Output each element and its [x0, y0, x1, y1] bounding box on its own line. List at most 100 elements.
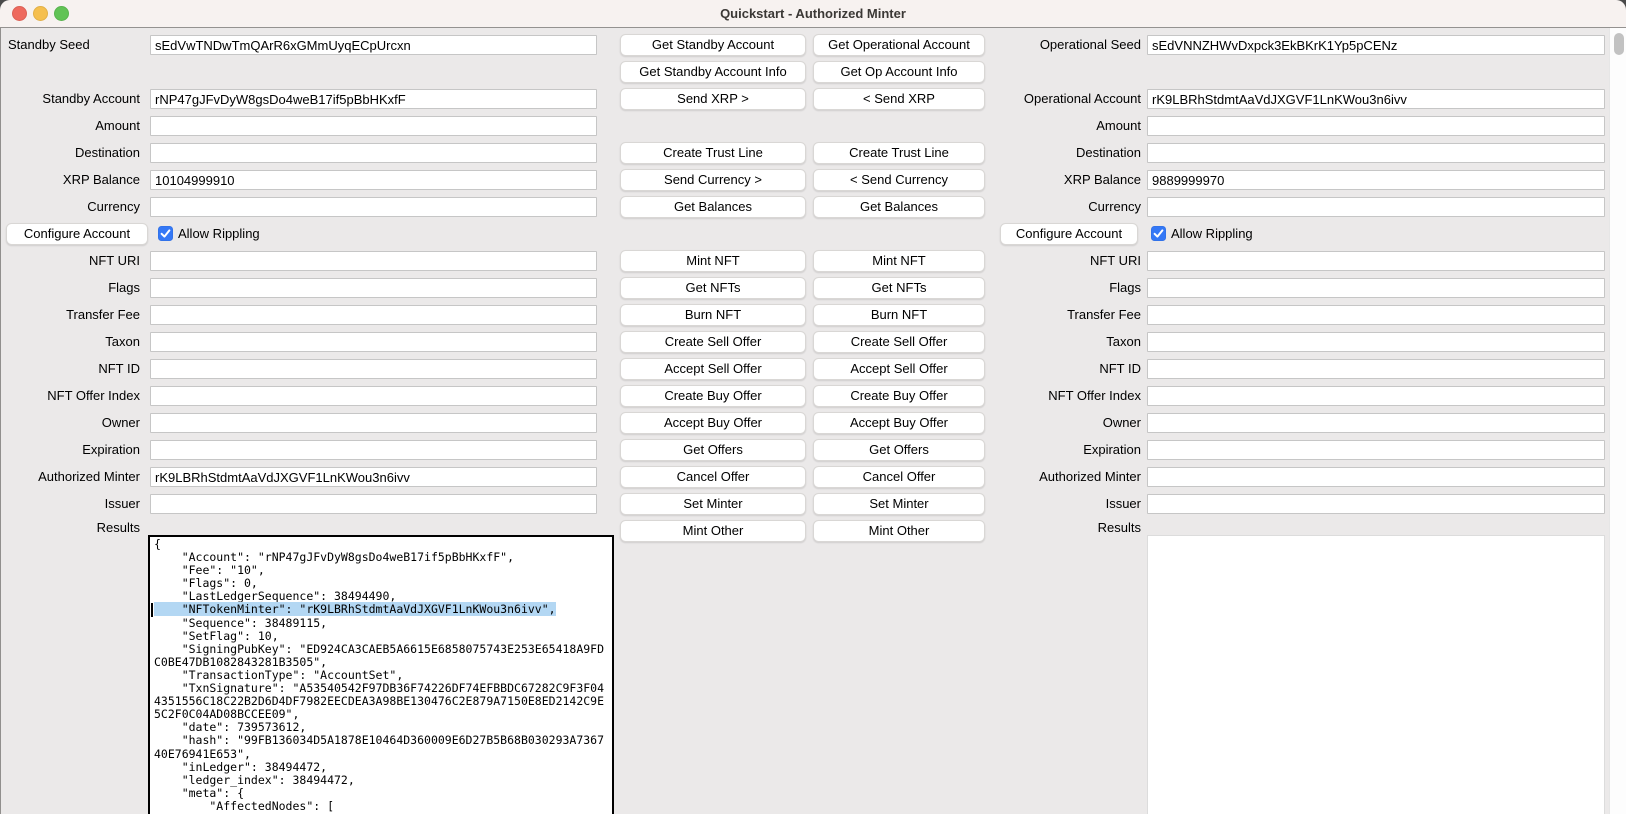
results-line: "inLedger": 38494472, [154, 761, 612, 774]
op-allow-rippling-label: Allow Rippling [1171, 224, 1253, 244]
standby-authorized-minter-input[interactable] [150, 467, 597, 487]
results-line: "ledger_index": 38494472, [154, 774, 612, 787]
taxon-label: Taxon [2, 332, 140, 352]
vertical-scrollbar[interactable] [1609, 28, 1626, 814]
op-get-operational-account-button[interactable]: Get Operational Account [813, 34, 985, 56]
standby-destination-input[interactable] [150, 143, 597, 163]
op-cancel-offer-button[interactable]: Cancel Offer [813, 466, 985, 488]
standby-standby-account-input[interactable] [150, 89, 597, 109]
op-flags-input[interactable] [1147, 278, 1605, 298]
standby-set-minter-button[interactable]: Set Minter [620, 493, 806, 515]
close-button[interactable] [12, 6, 27, 21]
op-get-offers-button[interactable]: Get Offers [813, 439, 985, 461]
op-operational-seed-input[interactable] [1147, 35, 1605, 55]
amount-label: Amount [2, 116, 140, 136]
op-results-text[interactable] [1147, 535, 1605, 814]
op-destination-input[interactable] [1147, 143, 1605, 163]
standby-allow-rippling-checkbox[interactable] [158, 226, 173, 241]
standby-nft-offer-index-input[interactable] [150, 386, 597, 406]
standby-nft-id-input[interactable] [150, 359, 597, 379]
op-amount-input[interactable] [1147, 116, 1605, 136]
standby-accept-buy-offer-button[interactable]: Accept Buy Offer [620, 412, 806, 434]
standby-seed-label: Standby Seed [2, 35, 146, 55]
op-set-minter-button[interactable]: Set Minter [813, 493, 985, 515]
standby-configure-account-button[interactable]: Configure Account [6, 223, 148, 245]
selected-text: "NFTokenMinter": "rK9LBRhStdmtAaVdJXGVF1… [154, 602, 556, 616]
minimize-button[interactable] [33, 6, 48, 21]
standby-get-standby-account-info-button[interactable]: Get Standby Account Info [620, 61, 806, 83]
standby-expiration-input[interactable] [150, 440, 597, 460]
standby-results-label: Results [2, 518, 140, 538]
op-create-trust-line-button[interactable]: Create Trust Line [813, 142, 985, 164]
op-taxon-input[interactable] [1147, 332, 1605, 352]
standby-get-standby-account-button[interactable]: Get Standby Account [620, 34, 806, 56]
results-line: "NFTokenMinter": "rK9LBRhStdmtAaVdJXGVF1… [154, 603, 612, 616]
standby-results-text[interactable]: { "Account": "rNP47gJFvDyW8gsDo4weB17if5… [148, 535, 614, 814]
standby-mint-nft-button[interactable]: Mint NFT [620, 250, 806, 272]
op-get-nfts-button[interactable]: Get NFTs [813, 277, 985, 299]
op-send-currency-button[interactable]: < Send Currency [813, 169, 985, 191]
standby-issuer-input[interactable] [150, 494, 597, 514]
op-create-buy-offer-button[interactable]: Create Buy Offer [813, 385, 985, 407]
standby-account-label: Standby Account [2, 89, 140, 109]
op-issuer-input[interactable] [1147, 494, 1605, 514]
standby-create-sell-offer-button[interactable]: Create Sell Offer [620, 331, 806, 353]
transfer-fee-label: Transfer Fee [2, 305, 140, 325]
op-accept-sell-offer-button[interactable]: Accept Sell Offer [813, 358, 985, 380]
window-title: Quickstart - Authorized Minter [0, 0, 1626, 27]
op-create-sell-offer-button[interactable]: Create Sell Offer [813, 331, 985, 353]
op-xrp-balance-input[interactable] [1147, 170, 1605, 190]
op-nft-id-input[interactable] [1147, 359, 1605, 379]
op-burn-nft-button[interactable]: Burn NFT [813, 304, 985, 326]
zoom-button[interactable] [54, 6, 69, 21]
op-expiration-input[interactable] [1147, 440, 1605, 460]
amount-label: Amount [948, 116, 1141, 136]
standby-xrp-balance-input[interactable] [150, 170, 597, 190]
results-line: "AffectedNodes": [ [154, 800, 612, 813]
currency-label: Currency [2, 197, 140, 217]
standby-burn-nft-button[interactable]: Burn NFT [620, 304, 806, 326]
standby-create-trust-line-button[interactable]: Create Trust Line [620, 142, 806, 164]
issuer-label: Issuer [2, 494, 140, 514]
op-mint-nft-button[interactable]: Mint NFT [813, 250, 985, 272]
results-line: "SigningPubKey": "ED924CA3CAEB5A6615E685… [154, 643, 612, 656]
standby-accept-sell-offer-button[interactable]: Accept Sell Offer [620, 358, 806, 380]
op-nft-uri-input[interactable] [1147, 251, 1605, 271]
op-send-xrp-button[interactable]: < Send XRP [813, 88, 985, 110]
standby-amount-input[interactable] [150, 116, 597, 136]
standby-get-balances-button[interactable]: Get Balances [620, 196, 806, 218]
standby-send-currency-button[interactable]: Send Currency > [620, 169, 806, 191]
standby-standby-seed-input[interactable] [150, 35, 597, 55]
op-owner-input[interactable] [1147, 413, 1605, 433]
op-accept-buy-offer-button[interactable]: Accept Buy Offer [813, 412, 985, 434]
standby-flags-input[interactable] [150, 278, 597, 298]
results-line: "SetFlag": 10, [154, 630, 612, 643]
standby-mint-other-button[interactable]: Mint Other [620, 520, 806, 542]
op-get-op-account-info-button[interactable]: Get Op Account Info [813, 61, 985, 83]
op-authorized-minter-input[interactable] [1147, 467, 1605, 487]
standby-get-nfts-button[interactable]: Get NFTs [620, 277, 806, 299]
standby-nft-uri-input[interactable] [150, 251, 597, 271]
op-currency-input[interactable] [1147, 197, 1605, 217]
results-line: "meta": { [154, 787, 612, 800]
op-allow-rippling-checkbox[interactable] [1151, 226, 1166, 241]
standby-transfer-fee-input[interactable] [150, 305, 597, 325]
op-transfer-fee-input[interactable] [1147, 305, 1605, 325]
standby-send-xrp-button[interactable]: Send XRP > [620, 88, 806, 110]
standby-taxon-input[interactable] [150, 332, 597, 352]
standby-currency-input[interactable] [150, 197, 597, 217]
standby-get-offers-button[interactable]: Get Offers [620, 439, 806, 461]
standby-allow-rippling-label: Allow Rippling [178, 224, 260, 244]
scrollbar-thumb[interactable] [1614, 33, 1624, 55]
xrp-balance-label: XRP Balance [2, 170, 140, 190]
op-operational-account-input[interactable] [1147, 89, 1605, 109]
standby-owner-input[interactable] [150, 413, 597, 433]
op-nft-offer-index-input[interactable] [1147, 386, 1605, 406]
flags-label: Flags [2, 278, 140, 298]
op-mint-other-button[interactable]: Mint Other [813, 520, 985, 542]
checkmark-icon [158, 226, 173, 241]
op-get-balances-button[interactable]: Get Balances [813, 196, 985, 218]
standby-create-buy-offer-button[interactable]: Create Buy Offer [620, 385, 806, 407]
op-configure-account-button[interactable]: Configure Account [1000, 223, 1138, 245]
standby-cancel-offer-button[interactable]: Cancel Offer [620, 466, 806, 488]
